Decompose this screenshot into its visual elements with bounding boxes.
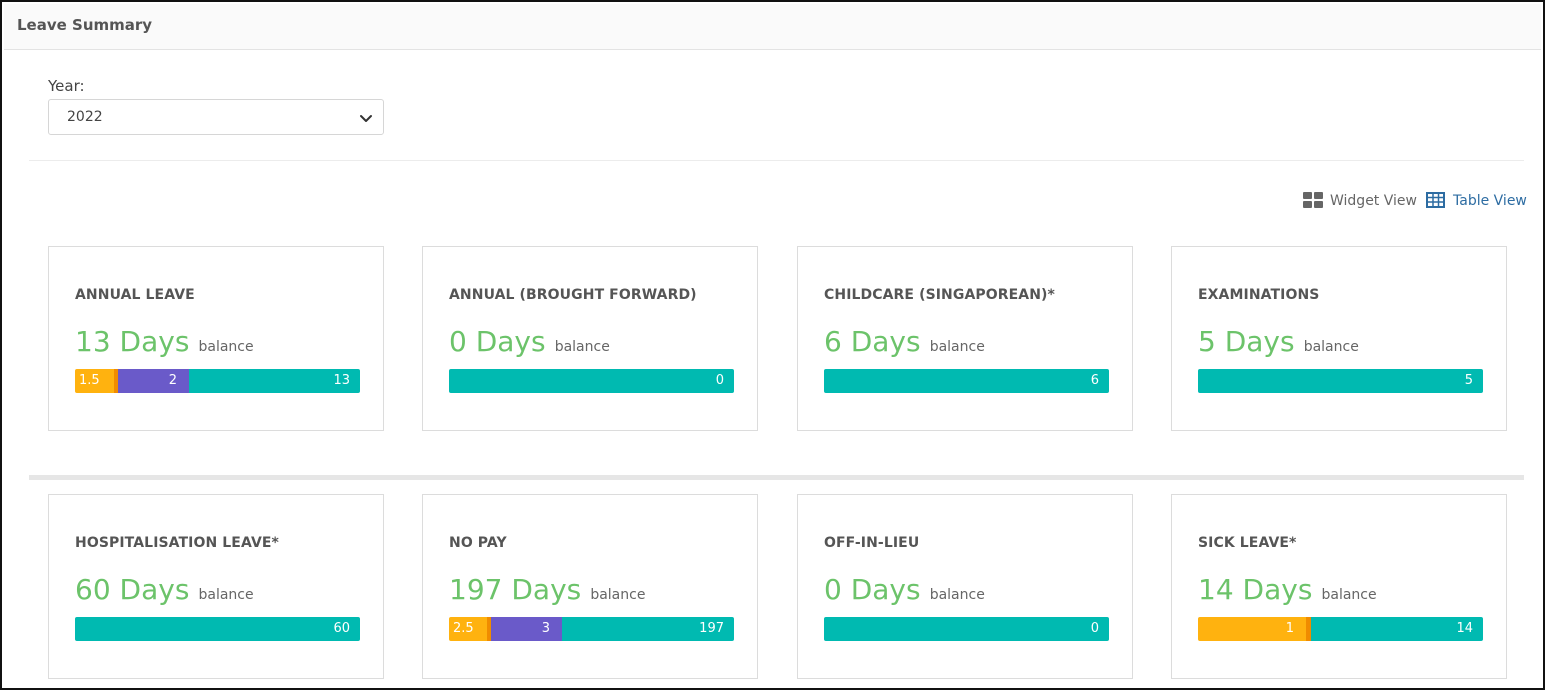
bar-segment-teal: 6 bbox=[824, 369, 1109, 393]
leave-type-title: CHILDCARE (SINGAPOREAN)* bbox=[824, 287, 1055, 303]
leave-progress-bar: 2.5 3 197 bbox=[449, 617, 734, 641]
bar-segment-teal: 60 bbox=[75, 617, 360, 641]
bar-segment-teal: 197 bbox=[562, 617, 734, 641]
leave-card-hospitalisation[interactable]: HOSPITALISATION LEAVE* 60 Days balance 6… bbox=[48, 494, 384, 679]
year-selected-value: 2022 bbox=[67, 109, 103, 125]
row-divider bbox=[29, 475, 1524, 480]
balance-text: 60 Days balance bbox=[75, 573, 254, 606]
balance-text: 5 Days balance bbox=[1198, 325, 1359, 358]
leave-card-examinations[interactable]: EXAMINATIONS 5 Days balance 5 bbox=[1171, 246, 1507, 431]
leave-type-title: SICK LEAVE* bbox=[1198, 535, 1297, 551]
balance-days: 6 Days bbox=[824, 325, 921, 358]
bar-segment-yellow: 1 bbox=[1198, 617, 1306, 641]
bar-segment-purple: 3 bbox=[491, 617, 562, 641]
balance-suffix: balance bbox=[929, 587, 985, 603]
leave-type-title: ANNUAL LEAVE bbox=[75, 287, 195, 303]
leave-progress-bar: 5 bbox=[1198, 369, 1483, 393]
leave-summary-panel: Leave Summary Year: 2022 Widget View Tab… bbox=[0, 0, 1545, 690]
table-view-label: Table View bbox=[1453, 193, 1527, 209]
bar-segment-teal: 0 bbox=[824, 617, 1109, 641]
divider bbox=[29, 160, 1524, 161]
balance-text: 6 Days balance bbox=[824, 325, 985, 358]
balance-days: 5 Days bbox=[1198, 325, 1295, 358]
leave-progress-bar: 6 bbox=[824, 369, 1109, 393]
balance-days: 0 Days bbox=[449, 325, 546, 358]
leave-type-title: NO PAY bbox=[449, 535, 507, 551]
balance-suffix: balance bbox=[929, 339, 985, 355]
balance-days: 0 Days bbox=[824, 573, 921, 606]
leave-type-title: EXAMINATIONS bbox=[1198, 287, 1320, 303]
year-select[interactable]: 2022 bbox=[48, 99, 384, 135]
balance-days: 13 Days bbox=[75, 325, 190, 358]
balance-days: 60 Days bbox=[75, 573, 190, 606]
leave-progress-bar: 1.5 2 13 bbox=[75, 369, 360, 393]
balance-text: 0 Days balance bbox=[449, 325, 610, 358]
table-icon bbox=[1426, 192, 1445, 208]
balance-suffix: balance bbox=[198, 339, 254, 355]
bar-segment-yellow: 1.5 bbox=[75, 369, 114, 393]
widget-grid-icon bbox=[1303, 192, 1323, 208]
bar-segment-teal: 0 bbox=[449, 369, 734, 393]
year-label: Year: bbox=[48, 77, 85, 95]
balance-suffix: balance bbox=[590, 587, 646, 603]
chevron-down-icon bbox=[360, 115, 372, 122]
bar-segment-yellow: 2.5 bbox=[449, 617, 487, 641]
bar-segment-teal: 13 bbox=[189, 369, 360, 393]
leave-progress-bar: 0 bbox=[449, 369, 734, 393]
leave-card-no-pay[interactable]: NO PAY 197 Days balance 2.5 3 197 bbox=[422, 494, 758, 679]
leave-card-off-in-lieu[interactable]: OFF-IN-LIEU 0 Days balance 0 bbox=[797, 494, 1133, 679]
balance-days: 14 Days bbox=[1198, 573, 1313, 606]
leave-progress-bar: 60 bbox=[75, 617, 360, 641]
leave-progress-bar: 0 bbox=[824, 617, 1109, 641]
leave-card-annual-brought-forward[interactable]: ANNUAL (BROUGHT FORWARD) 0 Days balance … bbox=[422, 246, 758, 431]
leave-type-title: HOSPITALISATION LEAVE* bbox=[75, 535, 279, 551]
leave-card-annual-leave[interactable]: ANNUAL LEAVE 13 Days balance 1.5 2 13 bbox=[48, 246, 384, 431]
balance-suffix: balance bbox=[1303, 339, 1359, 355]
leave-type-title: ANNUAL (BROUGHT FORWARD) bbox=[449, 287, 697, 303]
balance-text: 14 Days balance bbox=[1198, 573, 1377, 606]
balance-suffix: balance bbox=[198, 587, 254, 603]
balance-suffix: balance bbox=[1321, 587, 1377, 603]
widget-view-label: Widget View bbox=[1330, 193, 1417, 209]
bar-segment-teal: 5 bbox=[1198, 369, 1483, 393]
bar-segment-purple: 2 bbox=[118, 369, 189, 393]
balance-days: 197 Days bbox=[449, 573, 582, 606]
page-title: Leave Summary bbox=[17, 16, 153, 34]
balance-text: 13 Days balance bbox=[75, 325, 254, 358]
leave-card-childcare[interactable]: CHILDCARE (SINGAPOREAN)* 6 Days balance … bbox=[797, 246, 1133, 431]
balance-suffix: balance bbox=[554, 339, 610, 355]
bar-segment-teal: 14 bbox=[1311, 617, 1483, 641]
leave-card-sick-leave[interactable]: SICK LEAVE* 14 Days balance 1 14 bbox=[1171, 494, 1507, 679]
balance-text: 0 Days balance bbox=[824, 573, 985, 606]
leave-progress-bar: 1 14 bbox=[1198, 617, 1483, 641]
balance-text: 197 Days balance bbox=[449, 573, 645, 606]
leave-type-title: OFF-IN-LIEU bbox=[824, 535, 920, 551]
panel-header: Leave Summary bbox=[4, 4, 1541, 50]
